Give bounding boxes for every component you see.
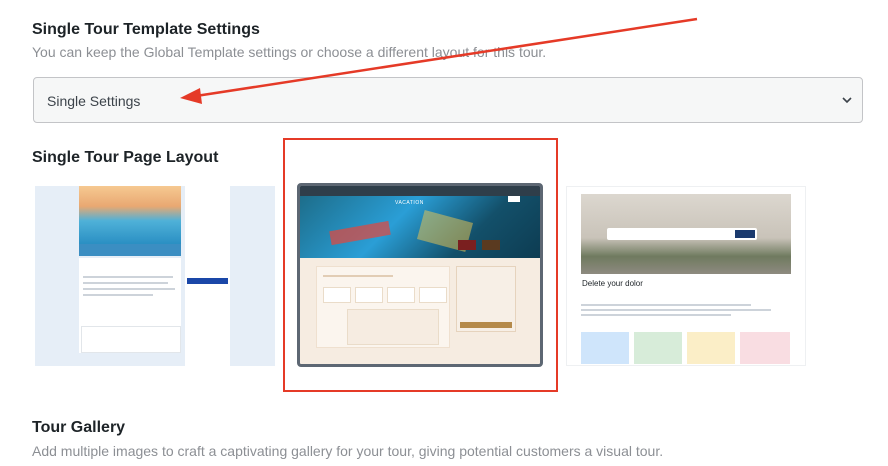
layout-3-card-2: [634, 332, 682, 364]
layout-3-headline: Delete your dolor: [582, 279, 643, 288]
template-settings-title: Single Tour Template Settings: [32, 21, 260, 38]
layout-option-1[interactable]: [35, 186, 275, 366]
layout-1-review-card: [81, 326, 181, 353]
settings-panel: Single Tour Template Settings You can ke…: [0, 0, 888, 466]
layout-1-hero-image: [79, 186, 181, 244]
layout-3-search-button: [735, 230, 755, 238]
layout-3-card-4: [740, 332, 790, 364]
template-settings-description: You can keep the Global Template setting…: [32, 44, 547, 60]
layout-3-hero-image: [581, 194, 791, 274]
layout-option-3[interactable]: Delete your dolor: [566, 186, 806, 366]
layout-3-card-1: [581, 332, 629, 364]
chevron-down-icon: [842, 97, 852, 104]
highlight-box: [283, 138, 558, 392]
template-select-value: Single Settings: [47, 93, 141, 109]
layout-1-book-button: [187, 278, 228, 284]
page-layout-title: Single Tour Page Layout: [32, 149, 219, 166]
layout-3-card-3: [687, 332, 735, 364]
layout-1-sidebar: [185, 186, 230, 366]
layout-1-gallery-strip: [79, 244, 181, 256]
tour-gallery-title: Tour Gallery: [32, 419, 126, 436]
tour-gallery-description: Add multiple images to craft a captivati…: [32, 443, 664, 459]
template-select[interactable]: Single Settings: [33, 77, 863, 123]
